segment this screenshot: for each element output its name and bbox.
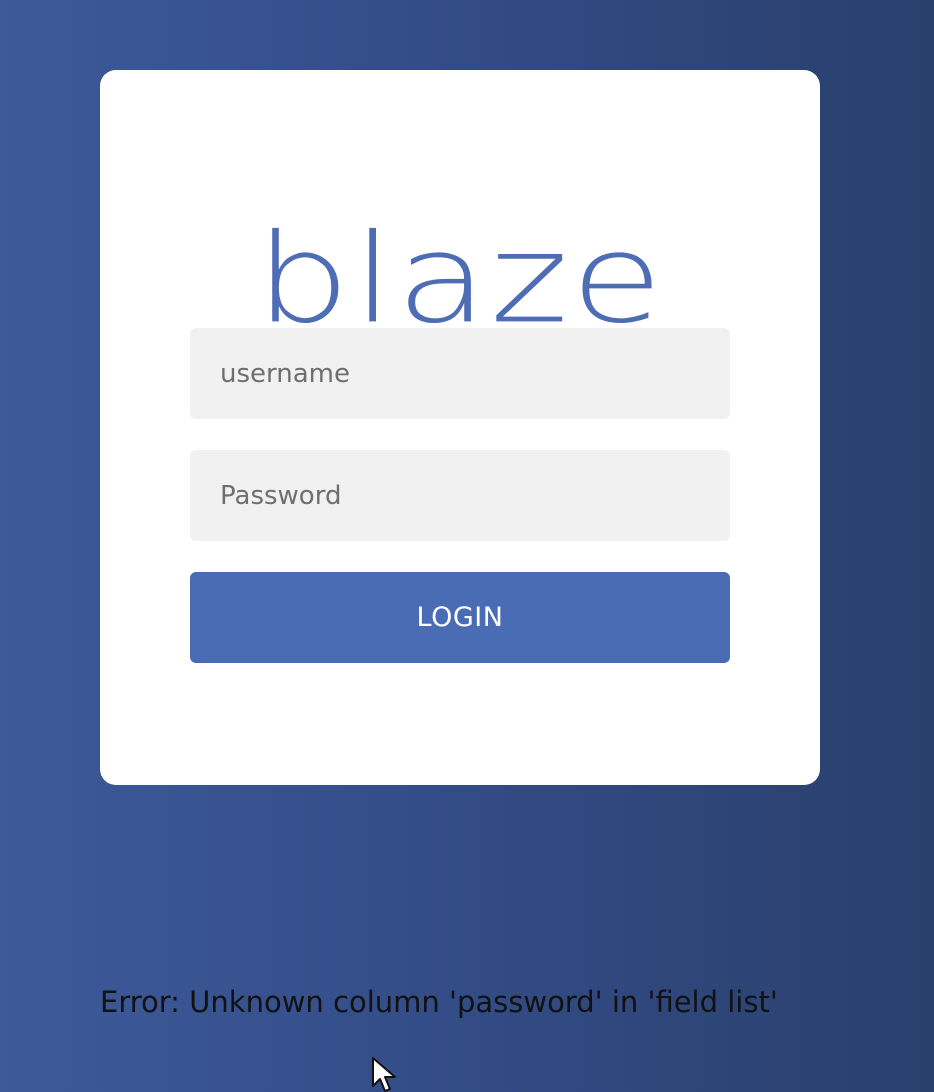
blaze-logo: blaze — [255, 208, 665, 351]
login-card: blaze LOGIN — [100, 70, 820, 785]
error-message: Error: Unknown column 'password' in 'fie… — [100, 985, 778, 1019]
password-input[interactable] — [190, 450, 730, 541]
login-button[interactable]: LOGIN — [190, 572, 730, 663]
username-input[interactable] — [190, 328, 730, 419]
mouse-pointer-icon — [372, 1057, 396, 1092]
